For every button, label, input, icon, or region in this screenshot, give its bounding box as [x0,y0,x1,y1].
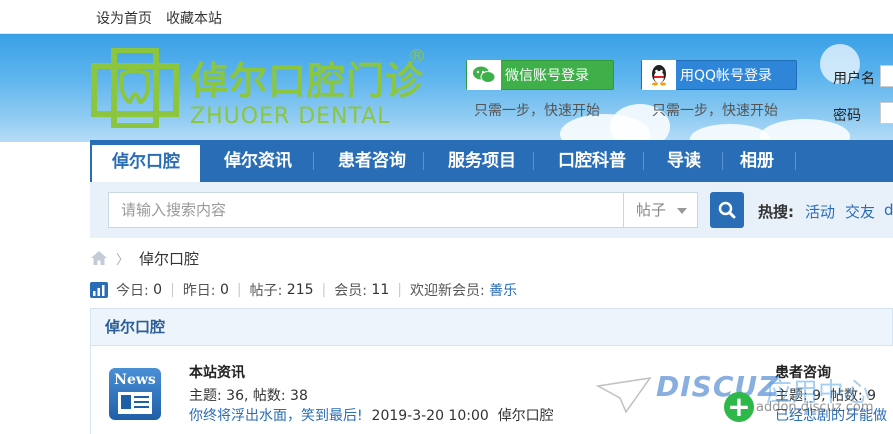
nav-item-album[interactable]: 相册 [730,140,784,182]
forum-group-header[interactable]: 倬尔口腔 [90,308,893,346]
yesterday-count: 0 [219,282,229,298]
forum-stats-bar: 今日: 0 | 昨日: 0 | 帖子: 215 | 会员: 11 | 欢迎新会员… [90,280,517,300]
chevron-right-icon: 〉 [116,252,130,268]
set-homepage-link[interactable]: 设为首页 [96,8,152,28]
posts-label: 帖子: [249,283,283,299]
forum-last-post: 你终将浮出水面，笑到最后! 2019-3-20 10:00 倬尔口腔 [189,405,554,425]
news-icon-text: News [114,372,156,388]
logo-english-name: ZHUOER DENTAL [190,104,391,129]
nav-divider [722,152,723,170]
bar-chart-icon [90,282,108,298]
main-nav: 倬尔口腔 倬尔资讯 患者咨询 服务项目 口腔科普 导读 相册 [90,140,893,182]
nav-divider [795,152,796,170]
logo-chinese-name: 倬尔口腔门诊 [190,58,425,103]
welcome-label: 欢迎新会员: [409,283,485,299]
nav-divider [423,152,424,170]
posts-count: 215 [286,282,314,298]
nav-divider [533,152,534,170]
bookmark-site-link[interactable]: 收藏本站 [166,8,222,28]
qq-login-hint: 只需一步，快速开始 [652,103,778,119]
members-count: 11 [371,282,390,298]
breadcrumb-current[interactable]: 倬尔口腔 [139,248,199,269]
stats-divider: | [321,282,327,298]
hot-search-link[interactable]: 活动 [805,201,835,222]
chevron-down-icon [677,208,687,214]
search-input[interactable]: 请输入搜索内容 [108,192,624,228]
site-logo[interactable]: 倬尔口腔门诊 ® ZHUOER DENTAL [90,46,430,136]
forum-name-link[interactable]: 患者咨询 [775,362,831,382]
forum-name-link[interactable]: 本站资讯 [189,362,245,382]
search-button[interactable] [710,192,744,228]
hot-search-label: 热搜: [758,203,794,221]
search-bar: 请输入搜索内容 帖子 热搜: 活动 交友 d [90,182,893,238]
registered-mark: ® [408,46,426,67]
nav-item-news[interactable]: 倬尔资讯 [210,140,306,182]
nav-item-zhuoer-dental[interactable]: 倬尔口腔 [92,142,200,182]
today-label: 今日: [116,283,149,299]
wechat-icon [467,60,501,90]
qq-penguin-icon [642,60,676,90]
forum-thread-stats: 主题: 9, 帖数: 9 [775,388,877,404]
search-type-value: 帖子 [636,201,667,219]
qq-login-label: 用QQ帐号登录 [680,68,773,84]
stats-divider: | [170,282,175,298]
wechat-login-label: 微信账号登录 [505,68,589,84]
password-input[interactable] [880,102,893,124]
last-post-link[interactable]: 你终将浮出水面，笑到最后! [189,408,363,424]
nav-divider [313,152,314,170]
wechat-login-button[interactable]: 微信账号登录 [466,60,614,90]
newspaper-icon [118,392,152,414]
members-label: 会员: [334,283,367,299]
hot-search-link[interactable]: 交友 [845,201,875,222]
today-count: 0 [153,282,163,298]
password-label: 密码 [833,108,861,124]
username-label: 用户名 [833,71,875,87]
breadcrumb: 〉 倬尔口腔 [90,248,199,268]
stats-divider: | [236,282,242,298]
forum-thread-stats: 主题: 36, 帖数: 38 [189,388,308,404]
news-forum-icon[interactable]: News [109,368,161,420]
qq-login-button[interactable]: 用QQ帐号登录 [641,60,797,90]
last-post-time: 2019-3-20 10:00 [371,408,489,424]
yesterday-label: 昨日: [182,283,216,299]
site-header: 倬尔口腔门诊 ® ZHUOER DENTAL 微信账号登录 只需一步，快速开始 … [0,34,893,142]
top-bar: 设为首页 收藏本站 [0,0,893,34]
wechat-login-hint: 只需一步，快速开始 [474,103,600,119]
search-type-select[interactable]: 帖子 [624,192,698,228]
hot-search-link[interactable]: d [884,201,893,219]
nav-item-patient-consult[interactable]: 患者咨询 [320,140,424,182]
last-post-link[interactable]: 已经悲剧的牙能做 [775,405,887,425]
forum-list: News 本站资讯 主题: 36, 帖数: 38 你终将浮出水面，笑到最后! 2… [90,346,893,434]
home-icon[interactable] [90,250,108,266]
nav-item-dental-science[interactable]: 口腔科普 [540,140,644,182]
username-input[interactable] [880,65,893,87]
nav-item-services[interactable]: 服务项目 [430,140,534,182]
last-post-author[interactable]: 倬尔口腔 [498,408,554,424]
nav-divider [643,152,644,170]
new-member-link[interactable]: 善乐 [489,280,517,300]
search-icon [718,201,736,219]
nav-item-guide[interactable]: 导读 [650,140,718,182]
stats-divider: | [397,282,402,298]
tooth-logo-icon [91,48,179,128]
